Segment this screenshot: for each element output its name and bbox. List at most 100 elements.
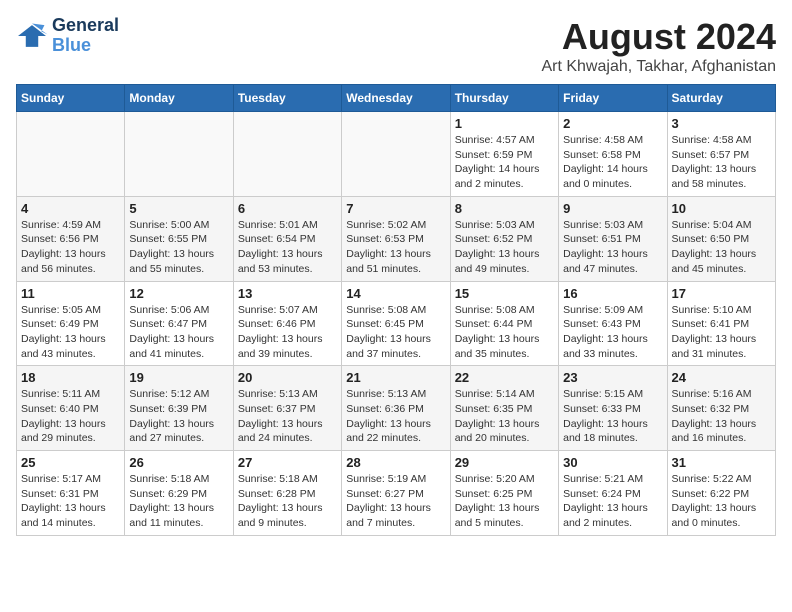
calendar-cell: 31 Sunrise: 5:22 AM Sunset: 6:22 PM Dayli… [667,451,775,536]
day-number: 28 [346,455,445,470]
calendar-cell: 6 Sunrise: 5:01 AM Sunset: 6:54 PM Daylig… [233,196,341,281]
logo-text: General Blue [52,16,119,56]
calendar-table: SundayMondayTuesdayWednesdayThursdayFrid… [16,84,776,536]
day-detail: Sunrise: 5:00 AM Sunset: 6:55 PM Dayligh… [129,218,228,277]
day-number: 4 [21,201,120,216]
day-number: 1 [455,116,554,131]
day-number: 3 [672,116,771,131]
calendar-cell: 4 Sunrise: 4:59 AM Sunset: 6:56 PM Daylig… [17,196,125,281]
column-header-monday: Monday [125,85,233,112]
day-number: 26 [129,455,228,470]
day-number: 10 [672,201,771,216]
day-number: 22 [455,370,554,385]
day-detail: Sunrise: 5:11 AM Sunset: 6:40 PM Dayligh… [21,387,120,446]
page-title: August 2024 [541,16,776,58]
day-detail: Sunrise: 5:13 AM Sunset: 6:36 PM Dayligh… [346,387,445,446]
day-number: 7 [346,201,445,216]
day-detail: Sunrise: 5:18 AM Sunset: 6:28 PM Dayligh… [238,472,337,531]
day-detail: Sunrise: 5:15 AM Sunset: 6:33 PM Dayligh… [563,387,662,446]
day-number: 13 [238,286,337,301]
day-number: 9 [563,201,662,216]
calendar-cell: 8 Sunrise: 5:03 AM Sunset: 6:52 PM Daylig… [450,196,558,281]
day-number: 11 [21,286,120,301]
day-number: 25 [21,455,120,470]
day-detail: Sunrise: 5:20 AM Sunset: 6:25 PM Dayligh… [455,472,554,531]
logo: General Blue [16,16,119,56]
day-detail: Sunrise: 5:17 AM Sunset: 6:31 PM Dayligh… [21,472,120,531]
day-detail: Sunrise: 5:02 AM Sunset: 6:53 PM Dayligh… [346,218,445,277]
day-number: 18 [21,370,120,385]
day-detail: Sunrise: 4:58 AM Sunset: 6:57 PM Dayligh… [672,133,771,192]
day-detail: Sunrise: 5:19 AM Sunset: 6:27 PM Dayligh… [346,472,445,531]
page-subtitle: Art Khwajah, Takhar, Afghanistan [541,58,776,76]
calendar-cell: 2 Sunrise: 4:58 AM Sunset: 6:58 PM Daylig… [559,112,667,197]
page-header: General Blue August 2024 Art Khwajah, Ta… [16,16,776,76]
calendar-cell: 22Sunrise: 5:14 AM Sunset: 6:35 PM Dayli… [450,366,558,451]
calendar-cell: 25 Sunrise: 5:17 AM Sunset: 6:31 PM Dayli… [17,451,125,536]
day-detail: Sunrise: 5:03 AM Sunset: 6:51 PM Dayligh… [563,218,662,277]
day-number: 23 [563,370,662,385]
calendar-cell: 27Sunrise: 5:18 AM Sunset: 6:28 PM Dayli… [233,451,341,536]
day-detail: Sunrise: 5:10 AM Sunset: 6:41 PM Dayligh… [672,303,771,362]
calendar-cell: 9 Sunrise: 5:03 AM Sunset: 6:51 PM Daylig… [559,196,667,281]
day-number: 24 [672,370,771,385]
column-header-saturday: Saturday [667,85,775,112]
column-header-thursday: Thursday [450,85,558,112]
calendar-cell: 1Sunrise: 4:57 AM Sunset: 6:59 PM Daylig… [450,112,558,197]
day-detail: Sunrise: 5:18 AM Sunset: 6:29 PM Dayligh… [129,472,228,531]
day-number: 16 [563,286,662,301]
day-number: 17 [672,286,771,301]
day-number: 8 [455,201,554,216]
calendar-cell [17,112,125,197]
logo-icon [16,22,48,50]
calendar-cell: 23 Sunrise: 5:15 AM Sunset: 6:33 PM Dayli… [559,366,667,451]
day-number: 12 [129,286,228,301]
calendar-cell [233,112,341,197]
calendar-cell: 13 Sunrise: 5:07 AM Sunset: 6:46 PM Dayli… [233,281,341,366]
calendar-cell: 11Sunrise: 5:05 AM Sunset: 6:49 PM Dayli… [17,281,125,366]
calendar-cell: 26 Sunrise: 5:18 AM Sunset: 6:29 PM Dayli… [125,451,233,536]
calendar-cell: 14Sunrise: 5:08 AM Sunset: 6:45 PM Dayli… [342,281,450,366]
calendar-cell: 20Sunrise: 5:13 AM Sunset: 6:37 PM Dayli… [233,366,341,451]
day-detail: Sunrise: 5:12 AM Sunset: 6:39 PM Dayligh… [129,387,228,446]
calendar-cell: 18 Sunrise: 5:11 AM Sunset: 6:40 PM Dayli… [17,366,125,451]
logo-line2: Blue [52,35,91,55]
day-detail: Sunrise: 5:08 AM Sunset: 6:44 PM Dayligh… [455,303,554,362]
column-header-friday: Friday [559,85,667,112]
column-header-wednesday: Wednesday [342,85,450,112]
calendar-header-row: SundayMondayTuesdayWednesdayThursdayFrid… [17,85,776,112]
day-detail: Sunrise: 5:04 AM Sunset: 6:50 PM Dayligh… [672,218,771,277]
calendar-week-row: 11Sunrise: 5:05 AM Sunset: 6:49 PM Dayli… [17,281,776,366]
day-number: 2 [563,116,662,131]
calendar-cell: 21 Sunrise: 5:13 AM Sunset: 6:36 PM Dayli… [342,366,450,451]
calendar-week-row: 25 Sunrise: 5:17 AM Sunset: 6:31 PM Dayli… [17,451,776,536]
calendar-cell: 28 Sunrise: 5:19 AM Sunset: 6:27 PM Dayli… [342,451,450,536]
day-detail: Sunrise: 5:21 AM Sunset: 6:24 PM Dayligh… [563,472,662,531]
title-block: August 2024 Art Khwajah, Takhar, Afghani… [541,16,776,76]
calendar-cell [125,112,233,197]
day-number: 31 [672,455,771,470]
calendar-week-row: 4 Sunrise: 4:59 AM Sunset: 6:56 PM Daylig… [17,196,776,281]
day-number: 15 [455,286,554,301]
day-detail: Sunrise: 4:59 AM Sunset: 6:56 PM Dayligh… [21,218,120,277]
day-detail: Sunrise: 4:58 AM Sunset: 6:58 PM Dayligh… [563,133,662,192]
calendar-cell: 3 Sunrise: 4:58 AM Sunset: 6:57 PM Daylig… [667,112,775,197]
day-detail: Sunrise: 5:22 AM Sunset: 6:22 PM Dayligh… [672,472,771,531]
day-number: 6 [238,201,337,216]
calendar-cell [342,112,450,197]
day-number: 5 [129,201,228,216]
calendar-week-row: 1Sunrise: 4:57 AM Sunset: 6:59 PM Daylig… [17,112,776,197]
day-detail: Sunrise: 5:01 AM Sunset: 6:54 PM Dayligh… [238,218,337,277]
column-header-tuesday: Tuesday [233,85,341,112]
calendar-cell: 5 Sunrise: 5:00 AM Sunset: 6:55 PM Daylig… [125,196,233,281]
calendar-cell: 12Sunrise: 5:06 AM Sunset: 6:47 PM Dayli… [125,281,233,366]
calendar-cell: 17 Sunrise: 5:10 AM Sunset: 6:41 PM Dayli… [667,281,775,366]
day-number: 29 [455,455,554,470]
day-detail: Sunrise: 5:09 AM Sunset: 6:43 PM Dayligh… [563,303,662,362]
day-number: 21 [346,370,445,385]
day-detail: Sunrise: 5:03 AM Sunset: 6:52 PM Dayligh… [455,218,554,277]
calendar-cell: 29 Sunrise: 5:20 AM Sunset: 6:25 PM Dayli… [450,451,558,536]
day-detail: Sunrise: 5:08 AM Sunset: 6:45 PM Dayligh… [346,303,445,362]
day-detail: Sunrise: 5:13 AM Sunset: 6:37 PM Dayligh… [238,387,337,446]
day-detail: Sunrise: 5:07 AM Sunset: 6:46 PM Dayligh… [238,303,337,362]
